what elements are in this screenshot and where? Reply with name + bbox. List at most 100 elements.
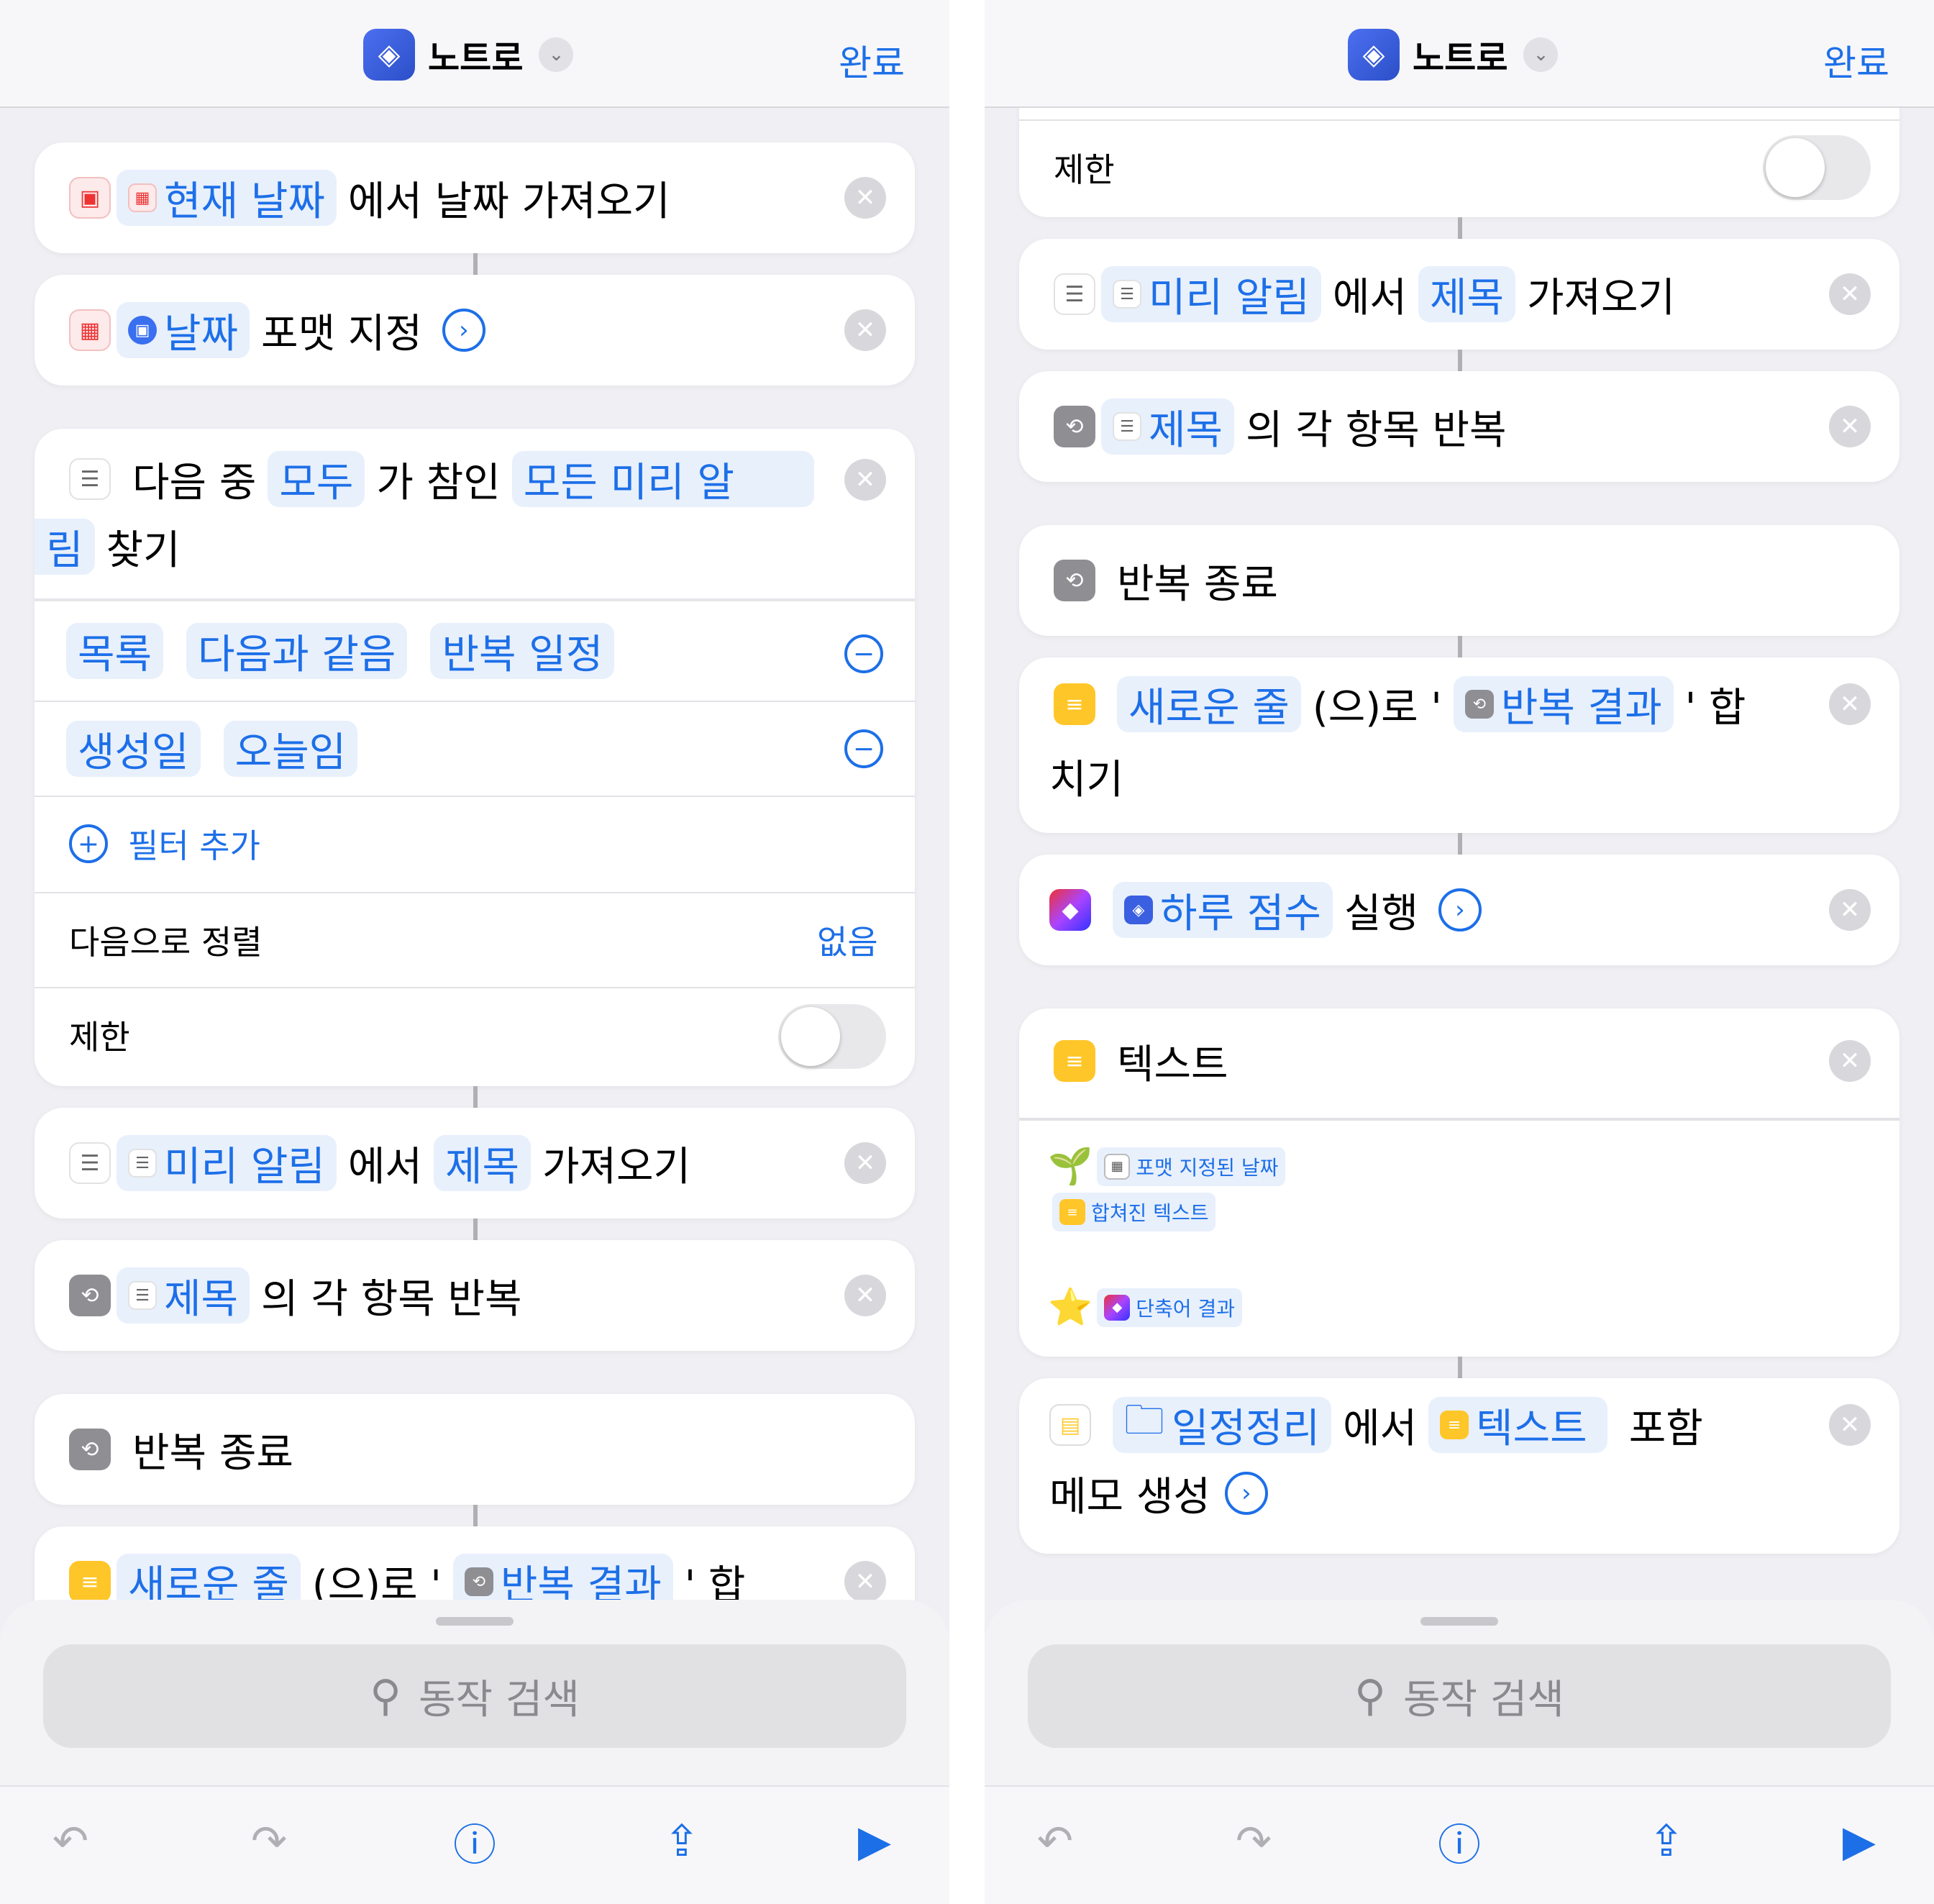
action-run-shortcut[interactable]: ◆ ◈ 하루 점수 실행 › ✕ bbox=[1019, 855, 1899, 965]
sheet-grabber[interactable] bbox=[436, 1617, 514, 1626]
filter-today-token[interactable]: 오늘임 bbox=[223, 721, 358, 777]
info-icon[interactable]: ⓘ bbox=[446, 1813, 503, 1871]
filter-list-token[interactable]: 목록 bbox=[66, 623, 164, 679]
token-repeat-results[interactable]: ⟲ 반복 결과 bbox=[1453, 676, 1674, 732]
notes-icon: ▤ bbox=[1049, 1404, 1091, 1446]
action-text: 에서 bbox=[1343, 1405, 1418, 1452]
token-shortcut-result[interactable]: ◆ 단축어 결과 bbox=[1097, 1288, 1242, 1327]
chevron-down-icon[interactable]: ⌄ bbox=[1523, 37, 1559, 72]
action-repeat-each[interactable]: ⟲ ☰ 제목 의 각 항목 반복 ✕ bbox=[35, 1240, 915, 1351]
remove-action-icon[interactable]: ✕ bbox=[844, 177, 886, 219]
repeat-icon: ⟲ bbox=[464, 1567, 493, 1596]
shortcut-app-icon: ◈ bbox=[1124, 896, 1153, 924]
done-button[interactable]: 완료 bbox=[839, 35, 905, 86]
token-shortcut[interactable]: ◈ 하루 점수 bbox=[1113, 882, 1333, 938]
remove-action-icon[interactable]: ✕ bbox=[1829, 889, 1871, 931]
play-icon[interactable]: ▶ bbox=[846, 1813, 903, 1870]
token-all-reminders[interactable]: 모든 미리 알 bbox=[511, 451, 814, 507]
limit-label: 제한 bbox=[69, 1018, 130, 1057]
search-field[interactable]: ⚲ 동작 검색 bbox=[43, 1644, 906, 1748]
sort-row[interactable]: 다음으로 정렬 bbox=[69, 893, 263, 987]
token-title[interactable]: ☰ 제목 bbox=[1101, 398, 1235, 455]
token-folder[interactable]: 🗀 일정정리 bbox=[1113, 1397, 1332, 1453]
token-title[interactable]: 제목 bbox=[433, 1135, 531, 1191]
remove-filter-icon[interactable]: − bbox=[844, 729, 883, 768]
action-get-title[interactable]: ☰ ☰ 미리 알림 에서 제목 가져오기 ✕ bbox=[1019, 239, 1899, 350]
sheet-grabber[interactable] bbox=[1420, 1617, 1498, 1626]
token-reminders[interactable]: ☰ 미리 알림 bbox=[1101, 266, 1321, 322]
add-filter-button[interactable]: + 필터 추가 bbox=[69, 797, 260, 890]
token-date[interactable]: ▣ 날짜 bbox=[117, 302, 250, 358]
token-reminders[interactable]: ☰ 미리 알림 bbox=[117, 1135, 337, 1191]
filter-created-token[interactable]: 생성일 bbox=[66, 721, 201, 777]
action-text: 실행 bbox=[1344, 890, 1418, 937]
action-text: 에서 bbox=[1332, 274, 1407, 322]
remove-action-icon[interactable]: ✕ bbox=[1829, 273, 1871, 315]
left-editor-panel: ◈ 노트로 ⌄ 완료 ▣ ▦ 현재 날짜 에서 날짜 가져오기 ✕ ▦ ▣ 날짜 포… bbox=[0, 0, 949, 1904]
chevron-down-icon[interactable]: ⌄ bbox=[539, 37, 574, 72]
token-title[interactable]: ☰ 제목 bbox=[117, 1267, 250, 1324]
undo-icon[interactable]: ↶ bbox=[1026, 1813, 1084, 1870]
token-all-reminders-cont[interactable]: 림 bbox=[35, 519, 95, 575]
chevron-right-icon[interactable]: › bbox=[1224, 1472, 1268, 1515]
play-icon[interactable]: ▶ bbox=[1830, 1813, 1888, 1870]
remove-action-icon[interactable]: ✕ bbox=[844, 1275, 886, 1316]
calendar-icon: ▦ bbox=[1104, 1153, 1131, 1180]
reminders-list-icon: ☰ bbox=[1113, 280, 1141, 309]
remove-action-icon[interactable]: ✕ bbox=[1829, 406, 1871, 447]
filter-operator-token[interactable]: 다음과 같음 bbox=[186, 623, 408, 679]
action-get-current-date[interactable]: ▣ ▦ 현재 날짜 에서 날짜 가져오기 ✕ bbox=[35, 142, 915, 253]
redo-icon[interactable]: ↷ bbox=[240, 1813, 298, 1870]
remove-action-icon[interactable]: ✕ bbox=[844, 459, 886, 501]
folder-icon: 🗀 bbox=[1124, 1396, 1164, 1444]
token-label: 제목 bbox=[1149, 406, 1223, 454]
remove-action-icon[interactable]: ✕ bbox=[1829, 1040, 1871, 1082]
action-end-repeat[interactable]: ⟲ 반복 종료 bbox=[1019, 525, 1899, 636]
remove-action-icon[interactable]: ✕ bbox=[1829, 683, 1871, 725]
share-icon[interactable]: ⇪ bbox=[1638, 1813, 1695, 1870]
remove-action-icon[interactable]: ✕ bbox=[844, 309, 886, 351]
action-repeat-each[interactable]: ⟲ ☰ 제목 의 각 항목 반복 ✕ bbox=[1019, 371, 1899, 482]
limit-label: 제한 bbox=[1054, 150, 1115, 189]
search-placeholder: 동작 검색 bbox=[1403, 1676, 1564, 1723]
shortcut-title[interactable]: ◈ 노트로 ⌄ bbox=[1348, 29, 1559, 81]
action-text: 포맷 지정 bbox=[261, 310, 422, 357]
token-all[interactable]: 모두 bbox=[268, 451, 365, 507]
token-text[interactable]: ≡ 텍스트 bbox=[1428, 1397, 1607, 1453]
share-icon[interactable]: ⇪ bbox=[653, 1813, 711, 1870]
action-combine-text[interactable]: ≡ 새로운 줄 (으)로 ' ⟲ 반복 결과 ' 합 치기 ✕ bbox=[1019, 657, 1899, 833]
action-get-title[interactable]: ☰ ☰ 미리 알림 에서 제목 가져오기 ✕ bbox=[35, 1108, 915, 1219]
remove-filter-icon[interactable]: − bbox=[844, 634, 883, 673]
action-find-reminders[interactable]: ☰ 다음 중 모두 가 참인 모든 미리 알 림 찾기 ✕ 목록 다음과 같음 … bbox=[35, 429, 915, 1086]
remove-action-icon[interactable]: ✕ bbox=[844, 1561, 886, 1603]
sort-value[interactable]: 없음 bbox=[817, 893, 878, 987]
remove-action-icon[interactable]: ✕ bbox=[1829, 1404, 1871, 1446]
search-field[interactable]: ⚲ 동작 검색 bbox=[1028, 1644, 1891, 1748]
token-formatted-date[interactable]: ▦ 포맷 지정된 날짜 bbox=[1097, 1147, 1286, 1186]
action-format-date[interactable]: ▦ ▣ 날짜 포맷 지정 › ✕ bbox=[35, 275, 915, 386]
undo-icon[interactable]: ↶ bbox=[42, 1813, 99, 1870]
info-icon[interactable]: ⓘ bbox=[1431, 1813, 1488, 1871]
shortcut-title[interactable]: ◈ 노트로 ⌄ bbox=[363, 29, 574, 81]
token-combined-text[interactable]: ≡ 합쳐진 텍스트 bbox=[1052, 1193, 1216, 1231]
action-text: 포함 bbox=[1628, 1405, 1703, 1452]
action-text[interactable]: ≡ 텍스트 ✕ 🌱 ▦ 포맷 지정된 날짜 ≡ 합쳐진 텍스트 ⭐ ◆ 단축어 결과 bbox=[1019, 1008, 1899, 1357]
token-label: 반복 결과 bbox=[1500, 684, 1662, 732]
action-end-repeat[interactable]: ⟲ 반복 종료 bbox=[35, 1394, 915, 1505]
done-button[interactable]: 완료 bbox=[1823, 35, 1889, 86]
limit-row: 제한 bbox=[1054, 121, 1115, 214]
calendar-icon: ▦ bbox=[128, 183, 157, 212]
redo-icon[interactable]: ↷ bbox=[1225, 1813, 1282, 1870]
filter-value-token[interactable]: 반복 일정 bbox=[430, 623, 615, 679]
action-create-note[interactable]: ▤ 🗀 일정정리 에서 ≡ 텍스트 포함 메모 생성 › ✕ bbox=[1019, 1378, 1899, 1554]
token-title[interactable]: 제목 bbox=[1418, 266, 1515, 322]
limit-toggle[interactable] bbox=[1763, 135, 1871, 200]
action-text: 반복 종료 bbox=[132, 1429, 293, 1477]
chevron-right-icon[interactable]: › bbox=[1438, 888, 1482, 931]
remove-action-icon[interactable]: ✕ bbox=[844, 1142, 886, 1184]
token-current-date[interactable]: ▦ 현재 날짜 bbox=[117, 170, 337, 226]
limit-toggle[interactable] bbox=[778, 1004, 886, 1069]
connector bbox=[1458, 636, 1462, 657]
token-new-line[interactable]: 새로운 줄 bbox=[1117, 676, 1301, 732]
chevron-right-icon[interactable]: › bbox=[442, 309, 485, 352]
